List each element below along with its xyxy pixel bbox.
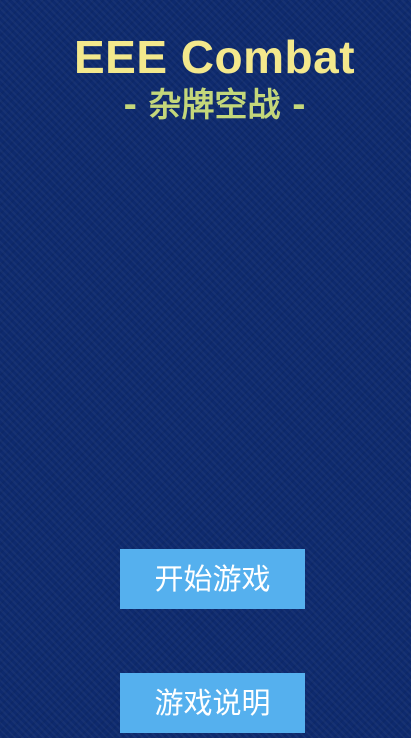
game-title: EEE Combat	[73, 31, 356, 83]
game-instructions-button[interactable]: 游戏说明	[120, 673, 305, 733]
title-screen: EEE Combat - 杂牌空战 - 开始游戏 游戏说明	[0, 0, 411, 738]
game-subtitle: - 杂牌空战 -	[123, 85, 306, 124]
start-game-button[interactable]: 开始游戏	[120, 549, 305, 609]
